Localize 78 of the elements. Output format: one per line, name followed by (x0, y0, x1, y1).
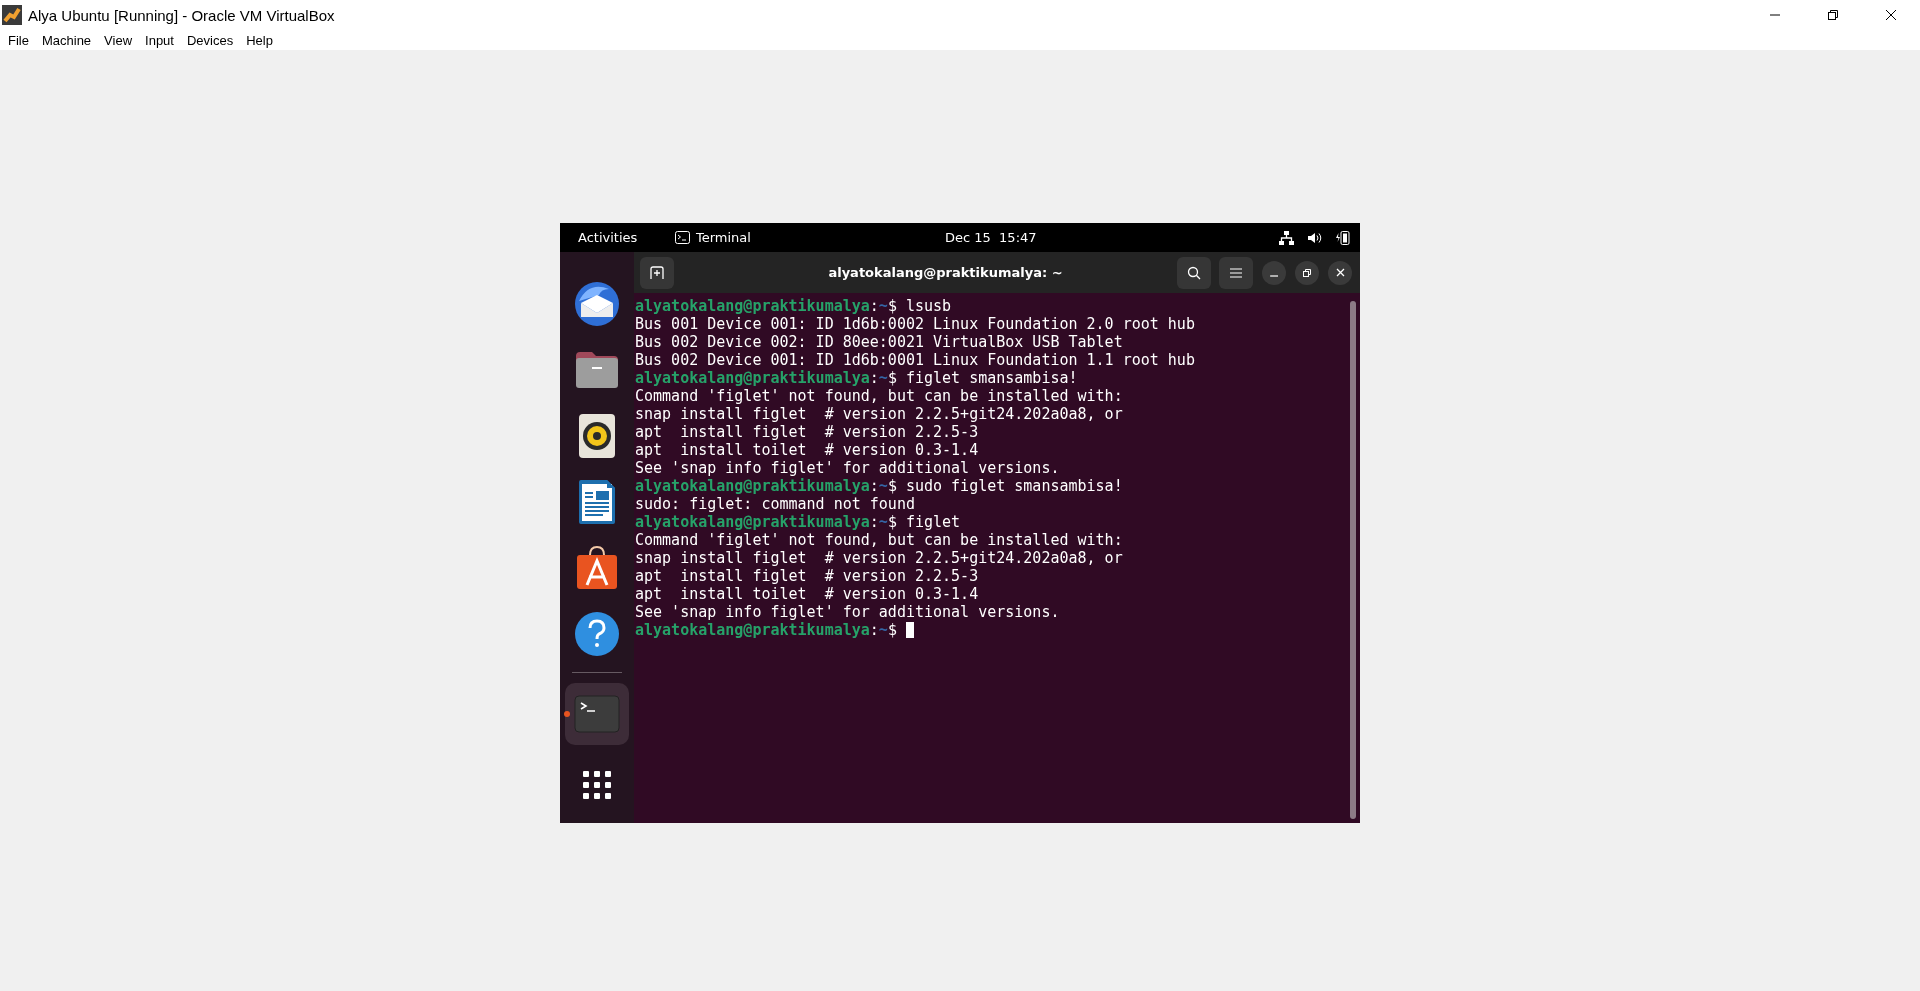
prompt-user: alyatokalang@praktikumalya (635, 477, 870, 495)
prompt-symbol: $ (887, 369, 897, 387)
terminal-icon (574, 695, 620, 733)
new-tab-icon (650, 265, 664, 280)
search-icon (1187, 265, 1201, 280)
output-line: Bus 002 Device 001: ID 1d6b:0001 Linux Foundation 1.1 root hub (635, 351, 1195, 369)
menu-icon (1230, 267, 1242, 278)
prompt-user: alyatokalang@praktikumalya (635, 369, 870, 387)
speaker-icon (578, 413, 616, 459)
menu-item[interactable]: Help (246, 32, 273, 48)
prompt-user: alyatokalang@praktikumalya (635, 513, 870, 531)
shopping-bag-icon (575, 545, 619, 591)
running-indicator-dot (564, 711, 570, 717)
menu-item[interactable]: File (8, 32, 29, 48)
network-icon[interactable] (1279, 230, 1294, 245)
app-logo-icon (2, 5, 22, 25)
menu-button[interactable] (1219, 256, 1253, 289)
prompt-path: ~ (878, 621, 888, 639)
close-button[interactable] (1328, 260, 1352, 285)
new-tab-button[interactable] (640, 256, 674, 289)
menu-item[interactable]: View (104, 32, 133, 48)
activities-button[interactable]: Activities (560, 230, 678, 245)
output-line: Command 'figlet' not found, but can be installed with: (635, 387, 1123, 405)
close-icon (1335, 268, 1345, 277)
app-grid-icon (583, 771, 611, 799)
prompt-symbol: $ (887, 297, 897, 315)
window-title: Alya Ubuntu [Running] - Oracle VM VirtualBox (28, 6, 335, 24)
prompt-path: ~ (878, 369, 888, 387)
output-line: Command 'figlet' not found, but can be installed with: (635, 531, 1123, 549)
terminal-title: alyatokalang@praktikumalya: ~ (827, 265, 1064, 280)
prompt-symbol: $ (887, 513, 897, 531)
scrollbar[interactable] (1350, 301, 1356, 819)
menu-item[interactable]: Machine (41, 32, 92, 48)
close-icon[interactable] (1884, 8, 1898, 22)
minimize-icon (1270, 274, 1278, 277)
document-icon (578, 479, 616, 525)
battery-icon[interactable] (1335, 230, 1350, 245)
output-line: Bus 001 Device 001: ID 1d6b:0002 Linux Foundation 2.0 root hub (635, 315, 1195, 333)
terminal-icon (675, 231, 690, 244)
menu-item[interactable]: Input (145, 32, 174, 48)
output-line: apt install figlet # version 2.2.5-3 (635, 423, 979, 441)
restore-icon[interactable] (1826, 8, 1840, 22)
volume-icon[interactable] (1307, 230, 1322, 245)
restore-icon (1303, 268, 1311, 277)
prompt-separator: : (869, 621, 879, 639)
prompt-user: alyatokalang@praktikumalya (635, 297, 870, 315)
search-button[interactable] (1177, 256, 1211, 289)
menu-item[interactable]: Devices (186, 32, 234, 48)
output-line: See 'snap info figlet' for additional versions. (635, 603, 1060, 621)
prompt-separator: : (869, 477, 879, 495)
output-line: snap install figlet # version 2.2.5+git24.202a0a8, or (635, 405, 1123, 423)
prompt-user: alyatokalang@praktikumalya (635, 621, 870, 639)
prompt-separator: : (869, 369, 879, 387)
bird-envelope-icon (573, 281, 621, 327)
command-text: figlet smansambisa! (905, 369, 1078, 387)
output-line: apt install toilet # version 0.3-1.4 (635, 441, 979, 459)
folder-icon (574, 350, 620, 390)
prompt-path: ~ (878, 513, 888, 531)
prompt-symbol: $ (887, 621, 897, 639)
maximize-button[interactable] (1295, 260, 1319, 285)
output-line: sudo: figlet: command not found (635, 495, 915, 513)
clock[interactable]: Dec 15 15:47 (945, 230, 1037, 245)
minimize-button[interactable] (1262, 260, 1286, 285)
command-text: lsusb (905, 297, 952, 315)
output-line: apt install toilet # version 0.3-1.4 (635, 585, 979, 603)
command-text: figlet (905, 513, 961, 531)
prompt-separator: : (869, 297, 879, 315)
app-menu-label[interactable]: Terminal (696, 230, 751, 245)
help-icon (574, 611, 620, 657)
output-line: See 'snap info figlet' for additional versions. (635, 459, 1060, 477)
prompt-path: ~ (878, 297, 888, 315)
prompt-symbol: $ (887, 477, 897, 495)
output-line: snap install figlet # version 2.2.5+git24.202a0a8, or (635, 549, 1123, 567)
output-line: apt install figlet # version 2.2.5-3 (635, 567, 979, 585)
prompt-path: ~ (878, 477, 888, 495)
output-line: Bus 002 Device 002: ID 80ee:0021 VirtualBox USB Tablet (635, 333, 1123, 351)
command-text: sudo figlet smansambisa! (905, 477, 1123, 495)
prompt-separator: : (869, 513, 879, 531)
